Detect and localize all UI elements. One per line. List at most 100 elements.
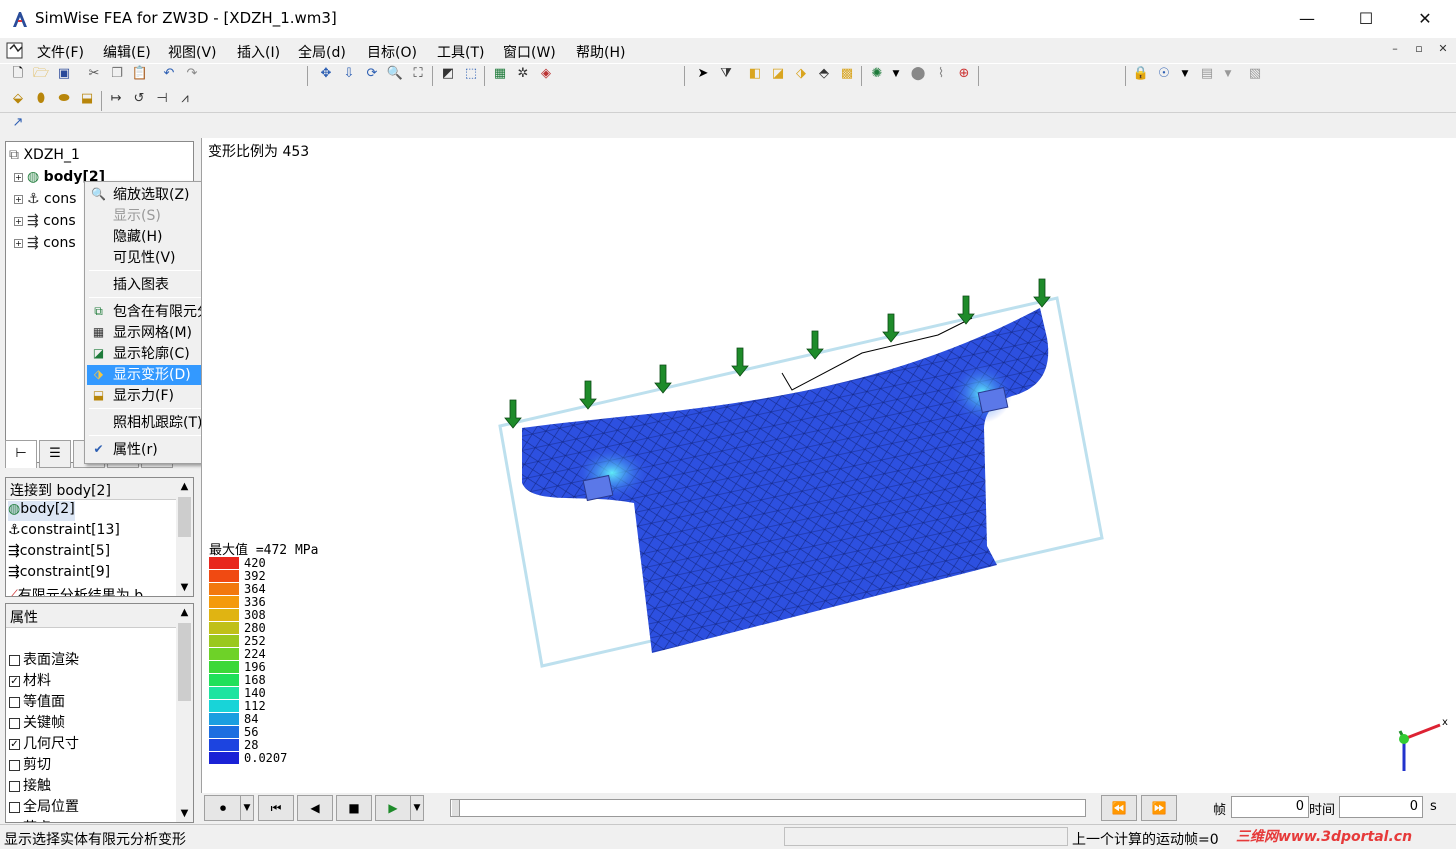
property-item[interactable]: 全局位置 <box>9 796 79 816</box>
box-icon[interactable]: ⬙ <box>8 89 28 109</box>
select-arrow-icon[interactable]: ➤ <box>693 64 713 84</box>
select-filter-icon[interactable]: ⧩ <box>716 64 736 84</box>
scroll-thumb[interactable] <box>178 623 191 701</box>
mesh-tool-icon[interactable]: ✲ <box>513 64 533 84</box>
property-item[interactable]: 节点 <box>9 817 51 824</box>
scroll-up-icon[interactable]: ▲ <box>176 604 193 621</box>
property-item[interactable]: 关键帧 <box>9 712 65 732</box>
merge-icon[interactable]: ⬘ <box>814 64 834 84</box>
new-file-icon[interactable]: 🗋 <box>8 64 28 84</box>
time-input[interactable]: 0 <box>1339 796 1423 818</box>
list-item[interactable]: ⇶constraint[9] <box>8 564 110 584</box>
record-dropdown-icon[interactable]: ▼ <box>240 795 254 821</box>
mdi-close-button[interactable]: ✕ <box>1433 42 1453 60</box>
open-folder-icon[interactable]: 🗁 <box>31 64 51 84</box>
menu-object[interactable]: 目标(O) <box>367 42 417 62</box>
scroll-up-icon[interactable]: ▲ <box>176 478 193 495</box>
checkbox[interactable] <box>9 759 20 771</box>
damper-tool-icon[interactable]: ⊣ <box>152 89 172 109</box>
cylinder-icon[interactable]: ⬮ <box>31 89 51 109</box>
checkbox[interactable] <box>9 696 20 708</box>
zoom-icon[interactable]: 🔍 <box>385 64 405 84</box>
list-item[interactable]: ⇶constraint[5] <box>8 543 110 563</box>
menu-tools[interactable]: 工具(T) <box>437 42 484 62</box>
menu-file[interactable]: 文件(F) <box>37 42 84 62</box>
rod-icon[interactable]: ⌇ <box>931 64 951 84</box>
undo-icon[interactable]: ↶ <box>159 64 179 84</box>
joint-tool-icon[interactable]: ◪ <box>768 64 788 84</box>
menu-edit[interactable]: 编辑(E) <box>103 42 151 62</box>
mdi-minimize-button[interactable]: – <box>1385 42 1405 60</box>
menu-insert[interactable]: 插入(I) <box>237 42 280 62</box>
tab-tree-icon[interactable]: ⊢ <box>5 440 37 468</box>
tree-item-constraint-2[interactable]: + ⇶ cons <box>14 213 76 233</box>
redo-icon[interactable]: ↷ <box>182 64 202 84</box>
menu-global[interactable]: 全局(d) <box>298 42 346 62</box>
mdi-restore-button[interactable]: ▫ <box>1409 42 1429 60</box>
save-icon[interactable]: ▣ <box>54 64 74 84</box>
play-dropdown-icon[interactable]: ▼ <box>410 795 424 821</box>
fea-model[interactable] <box>492 278 1112 678</box>
connections-scrollbar[interactable]: ▲ ▼ <box>176 478 193 596</box>
maximize-button[interactable]: ☐ <box>1337 0 1395 38</box>
play-button[interactable]: ▶ <box>375 795 411 821</box>
pan-icon[interactable]: ✥ <box>316 64 336 84</box>
constraint-dropdown-icon[interactable]: ▼ <box>886 64 906 84</box>
property-item[interactable]: 剪切 <box>9 754 51 774</box>
checkbox[interactable] <box>9 717 20 729</box>
spring-icon[interactable]: ⬤ <box>908 64 928 84</box>
minimize-button[interactable]: — <box>1278 0 1336 38</box>
document-icon[interactable] <box>5 41 27 61</box>
move-down-icon[interactable]: ⇩ <box>339 64 359 84</box>
list-item[interactable]: ◍body[2] <box>8 501 75 521</box>
scroll-down-icon[interactable]: ▼ <box>176 805 193 822</box>
timeline-slider[interactable] <box>450 799 1086 817</box>
frame-input[interactable]: 0 <box>1231 796 1309 818</box>
camera-lock-icon[interactable]: 🔒 <box>1131 64 1151 84</box>
checkbox[interactable] <box>9 654 20 666</box>
sphere-icon[interactable]: ⬬ <box>54 89 74 109</box>
timeline-thumb[interactable] <box>452 800 460 816</box>
step-back-button[interactable]: ◀ <box>297 795 333 821</box>
tree-item-constraint-3[interactable]: + ⇶ cons <box>14 235 76 255</box>
copy-icon[interactable]: ❐ <box>107 64 127 84</box>
scroll-thumb[interactable] <box>178 497 191 537</box>
sketch-line-icon[interactable]: ↗ <box>8 113 28 133</box>
3d-viewport[interactable]: 变形比例为 453 最大值 =472 MPa 420 392 364 336 3… <box>201 138 1456 824</box>
tab-list-icon[interactable]: ☰ <box>39 440 71 468</box>
property-item[interactable]: 表面渲染 <box>9 649 79 669</box>
property-item[interactable]: 等值面 <box>9 691 65 711</box>
material-icon[interactable]: ◈ <box>536 64 556 84</box>
menu-window[interactable]: 窗口(W) <box>503 42 556 62</box>
close-button[interactable]: ✕ <box>1396 0 1454 38</box>
checkbox[interactable] <box>9 823 20 824</box>
spring-tool-icon[interactable]: ⩘ <box>175 89 195 109</box>
extrude-icon[interactable]: ⬓ <box>77 89 97 109</box>
list-item[interactable]: ⟋有限元分析结果为 b <box>8 585 143 596</box>
property-item[interactable]: ✓ 材料 <box>9 670 51 690</box>
menu-view[interactable]: 视图(V) <box>168 42 217 62</box>
rotate-icon[interactable]: ⟳ <box>362 64 382 84</box>
zoom-fit-icon[interactable]: ⛶ <box>408 64 428 84</box>
constraint-icon[interactable]: ✺ <box>867 64 887 84</box>
stop-button[interactable]: ■ <box>336 795 372 821</box>
cut-icon[interactable]: ✂ <box>84 64 104 84</box>
tree-item-constraint-1[interactable]: + ⚓ cons <box>14 191 76 211</box>
render-wire-icon[interactable]: ⬚ <box>461 64 481 84</box>
render-shaded-icon[interactable]: ◩ <box>438 64 458 84</box>
prev-frame-button[interactable]: ⏪ <box>1101 795 1137 821</box>
checkbox[interactable]: ✓ <box>9 675 20 687</box>
menu-help[interactable]: 帮助(H) <box>576 42 625 62</box>
checkbox[interactable] <box>9 801 20 813</box>
body-tool-icon[interactable]: ◧ <box>745 64 765 84</box>
list-item[interactable]: ⚓constraint[13] <box>8 522 120 542</box>
paste-icon[interactable]: 📋 <box>130 64 150 84</box>
property-item[interactable]: ✓ 几何尺寸 <box>9 733 79 753</box>
light-icon[interactable]: ☉ <box>1154 64 1174 84</box>
torque-tool-icon[interactable]: ↺ <box>129 89 149 109</box>
anchor-icon[interactable]: ▩ <box>837 64 857 84</box>
layout-icon[interactable]: ▧ <box>1245 64 1265 84</box>
light-dropdown-icon[interactable]: ▼ <box>1175 64 1195 84</box>
split-icon[interactable]: ⬗ <box>791 64 811 84</box>
checkbox[interactable] <box>9 780 20 792</box>
